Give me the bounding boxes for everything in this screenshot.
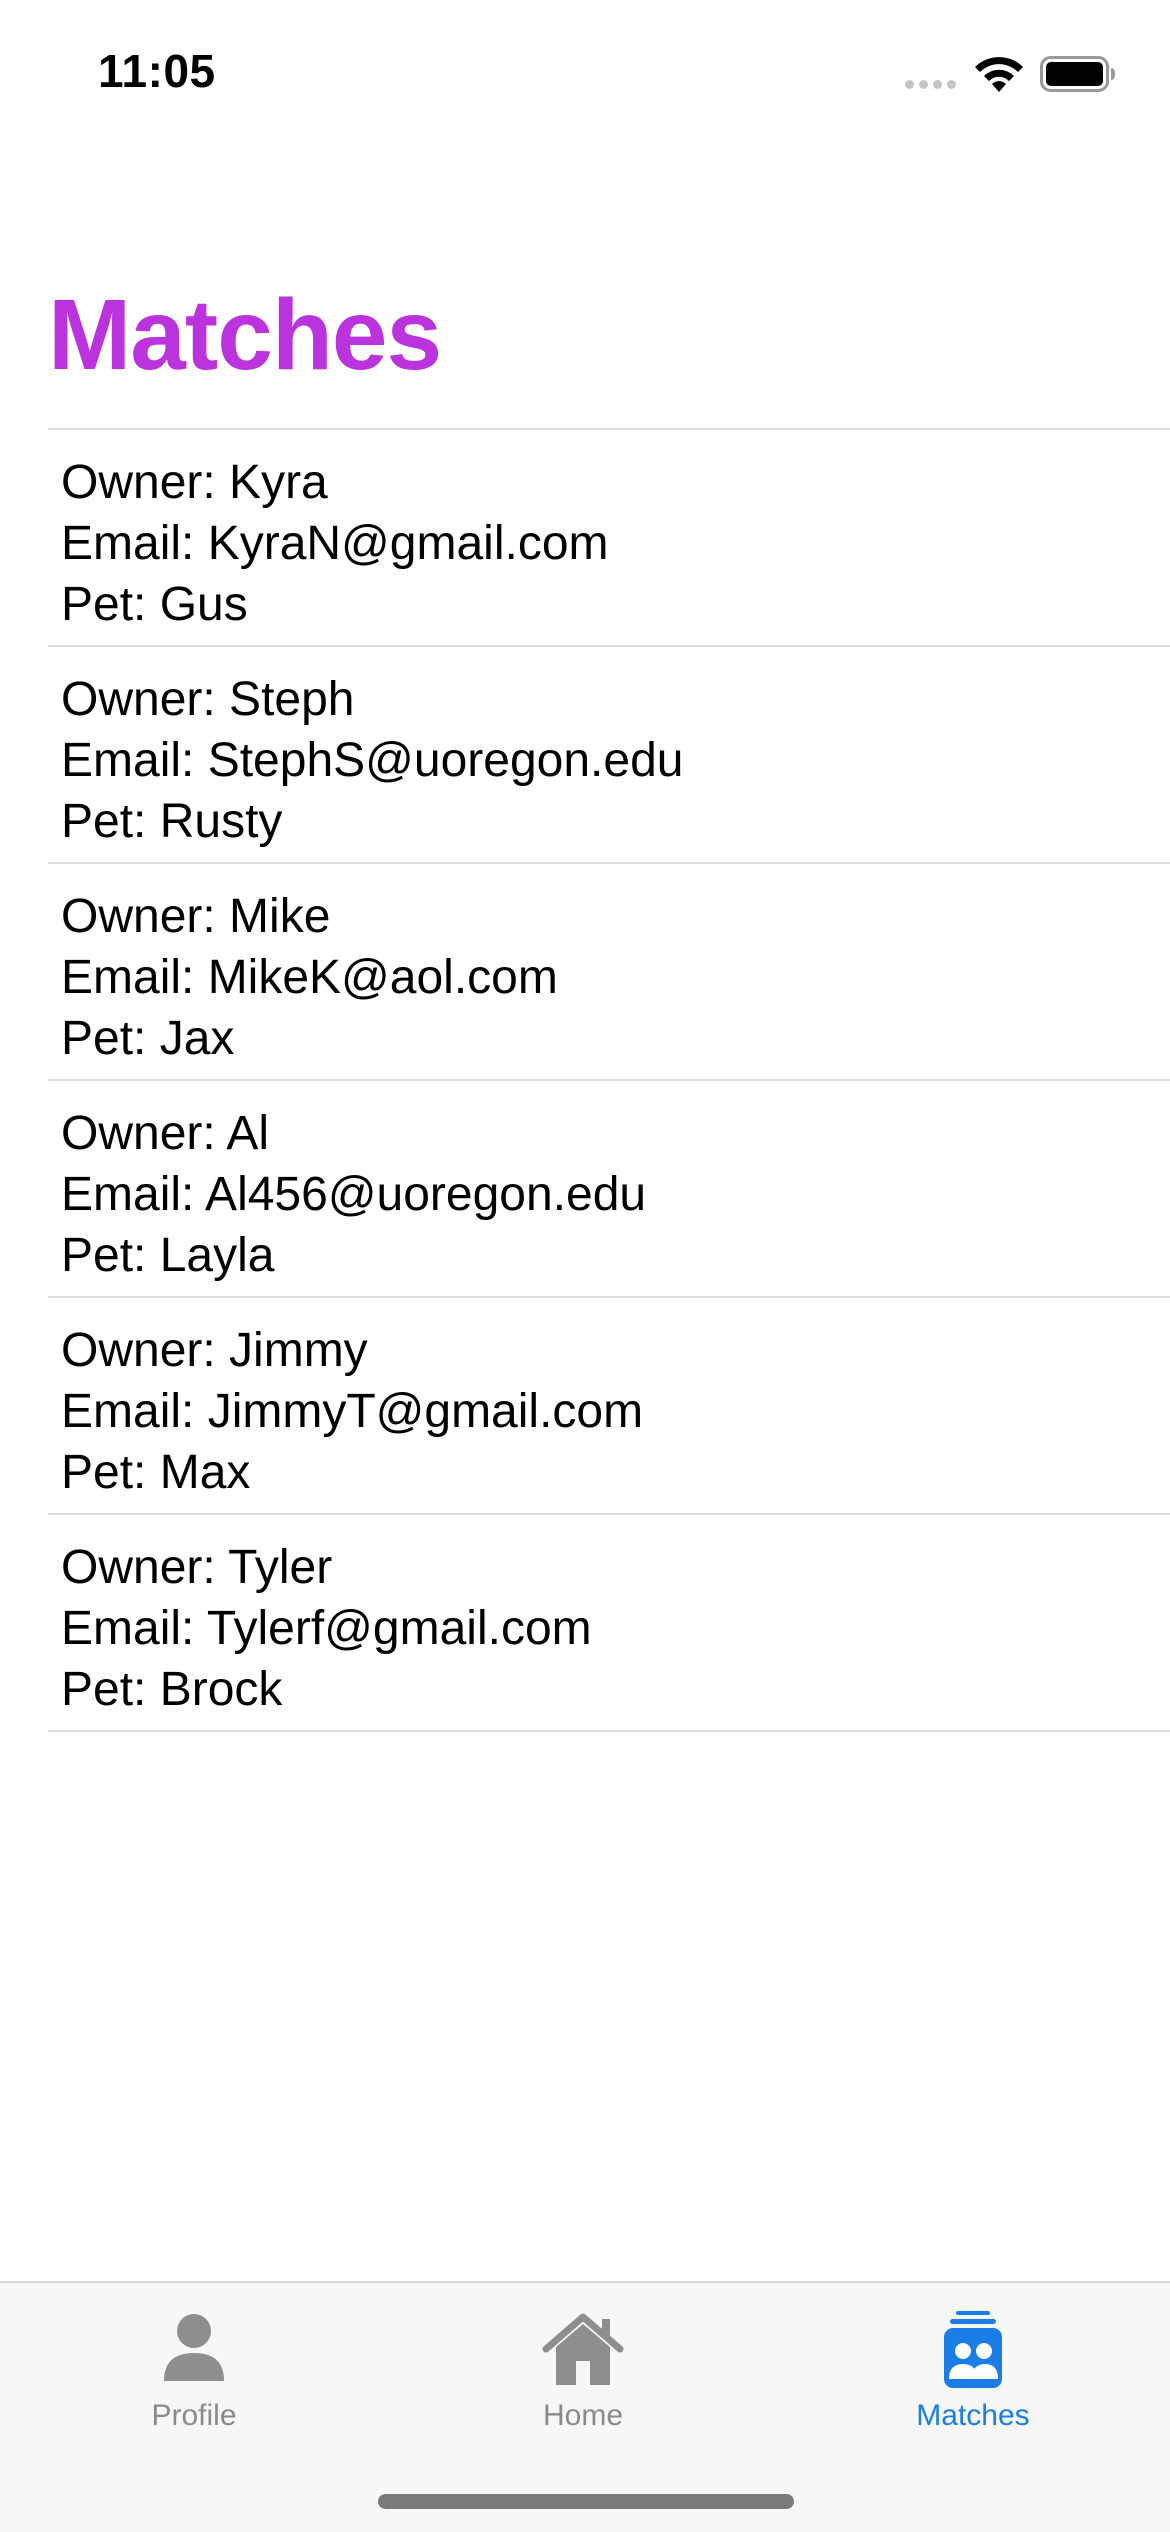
- match-row[interactable]: Owner: Jimmy Email: JimmyT@gmail.com Pet…: [48, 1298, 1170, 1515]
- match-owner: Owner: Tyler: [61, 1541, 333, 1594]
- status-time: 11:05: [98, 45, 216, 97]
- tab-home[interactable]: Home: [453, 2309, 713, 2449]
- match-email: Email: KyraN@gmail.com: [61, 517, 609, 570]
- match-owner: Owner: Mike: [61, 890, 331, 943]
- match-owner: Owner: Al: [61, 1107, 270, 1160]
- match-owner: Owner: Kyra: [61, 456, 328, 509]
- match-row[interactable]: Owner: Kyra Email: KyraN@gmail.com Pet: …: [48, 430, 1170, 647]
- match-pet: Pet: Brock: [61, 1663, 283, 1716]
- match-row[interactable]: Owner: Steph Email: StephS@uoregon.edu P…: [48, 647, 1170, 864]
- tab-label: Matches: [916, 2399, 1030, 2432]
- tab-profile[interactable]: Profile: [64, 2309, 324, 2449]
- tab-label: Profile: [151, 2399, 237, 2432]
- match-owner: Owner: Steph: [61, 673, 355, 726]
- match-pet: Pet: Gus: [61, 578, 248, 631]
- battery-icon: [1040, 56, 1115, 92]
- home-indicator[interactable]: [378, 2494, 794, 2509]
- match-pet: Pet: Layla: [61, 1229, 275, 1282]
- match-email: Email: JimmyT@gmail.com: [61, 1385, 644, 1438]
- match-owner: Owner: Jimmy: [61, 1324, 368, 1377]
- match-pet: Pet: Max: [61, 1446, 251, 1499]
- match-email: Email: Tylerf@gmail.com: [61, 1602, 592, 1655]
- match-email: Email: Al456@uoregon.edu: [61, 1168, 647, 1221]
- status-bar: 11:05: [0, 0, 1170, 140]
- person-icon: [164, 2314, 224, 2381]
- page-title: Matches: [48, 279, 442, 391]
- tab-matches[interactable]: Matches: [843, 2309, 1103, 2449]
- matches-stack-icon: [944, 2311, 1002, 2388]
- match-row[interactable]: Owner: Tyler Email: Tylerf@gmail.com Pet…: [48, 1515, 1170, 1732]
- match-email: Email: MikeK@aol.com: [61, 951, 558, 1004]
- match-row[interactable]: Owner: Mike Email: MikeK@aol.com Pet: Ja…: [48, 864, 1170, 1081]
- wifi-icon: [975, 57, 1023, 92]
- signal-dots-icon: [905, 80, 956, 89]
- tab-label: Home: [542, 2399, 624, 2432]
- match-email: Email: StephS@uoregon.edu: [61, 734, 684, 787]
- matches-list: Owner: Kyra Email: KyraN@gmail.com Pet: …: [48, 428, 1170, 1732]
- house-icon: [542, 2313, 624, 2385]
- match-pet: Pet: Jax: [61, 1012, 235, 1065]
- match-pet: Pet: Rusty: [61, 795, 283, 848]
- match-row[interactable]: Owner: Al Email: Al456@uoregon.edu Pet: …: [48, 1081, 1170, 1298]
